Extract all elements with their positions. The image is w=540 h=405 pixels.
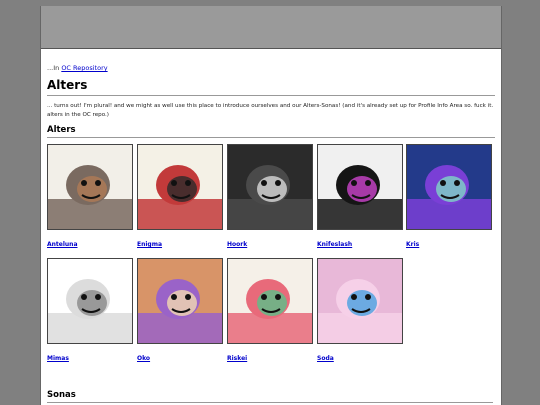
alter-card: Riskei: [227, 258, 313, 362]
alter-avatar-thumbnail[interactable]: [137, 144, 223, 230]
breadcrumb-link-oc-repository[interactable]: OC Repository: [61, 64, 107, 72]
alter-avatar-thumbnail[interactable]: [317, 258, 403, 344]
alter-card: Enigma: [137, 144, 223, 248]
alter-card: Knifeslash: [317, 144, 403, 248]
alter-avatar-thumbnail[interactable]: [47, 258, 133, 344]
alter-avatar-thumbnail[interactable]: [317, 144, 403, 230]
avatar-art: [48, 145, 132, 229]
avatar-art: [138, 259, 222, 343]
alter-name-link[interactable]: Anteluna: [47, 241, 133, 248]
alter-card: Anteluna: [47, 144, 133, 248]
breadcrumb-prefix: ...In: [47, 64, 62, 72]
avatar-art: [48, 259, 132, 343]
alter-name-link[interactable]: Riskei: [227, 355, 313, 362]
alter-card: Oko: [137, 258, 223, 362]
avatar-art: [318, 145, 402, 229]
breadcrumb: ...In OC Repository: [47, 64, 495, 72]
avatar-art: [138, 145, 222, 229]
alter-name-link[interactable]: Soda: [317, 355, 403, 362]
main-content: ...In OC Repository Alters ... turns out…: [41, 64, 501, 362]
section-heading-alters: Alters: [47, 125, 495, 138]
avatar-art: [228, 145, 312, 229]
page-container: ...In OC Repository Alters ... turns out…: [40, 6, 502, 405]
alter-name-link[interactable]: Knifeslash: [317, 241, 403, 248]
header-banner: [41, 6, 501, 49]
alter-avatar-thumbnail[interactable]: [47, 144, 133, 230]
alter-name-link[interactable]: Oko: [137, 355, 223, 362]
alter-card: Kris: [406, 144, 492, 248]
section-heading-sonas: Sonas: [47, 390, 493, 403]
alter-avatar-thumbnail[interactable]: [227, 144, 313, 230]
alter-avatar-thumbnail[interactable]: [227, 258, 313, 344]
avatar-art: [318, 259, 402, 343]
alter-name-link[interactable]: Mimas: [47, 355, 133, 362]
alter-name-link[interactable]: Hoork: [227, 241, 313, 248]
avatar-art: [228, 259, 312, 343]
alter-name-link[interactable]: Enigma: [137, 241, 223, 248]
avatar-art: [407, 145, 491, 229]
alters-gallery: Anteluna Enigma Hoork Knifeslash Kris Mimas Ok…: [47, 138, 495, 362]
alter-avatar-thumbnail[interactable]: [137, 258, 223, 344]
alter-card: Soda: [317, 258, 403, 362]
alter-avatar-thumbnail[interactable]: [406, 144, 492, 230]
alter-card: Mimas: [47, 258, 133, 362]
alter-name-link[interactable]: Kris: [406, 241, 492, 248]
page-title: Alters: [47, 78, 495, 96]
intro-text: ... turns out! I'm plural! and we might …: [47, 103, 494, 118]
alter-card: Hoork: [227, 144, 313, 248]
